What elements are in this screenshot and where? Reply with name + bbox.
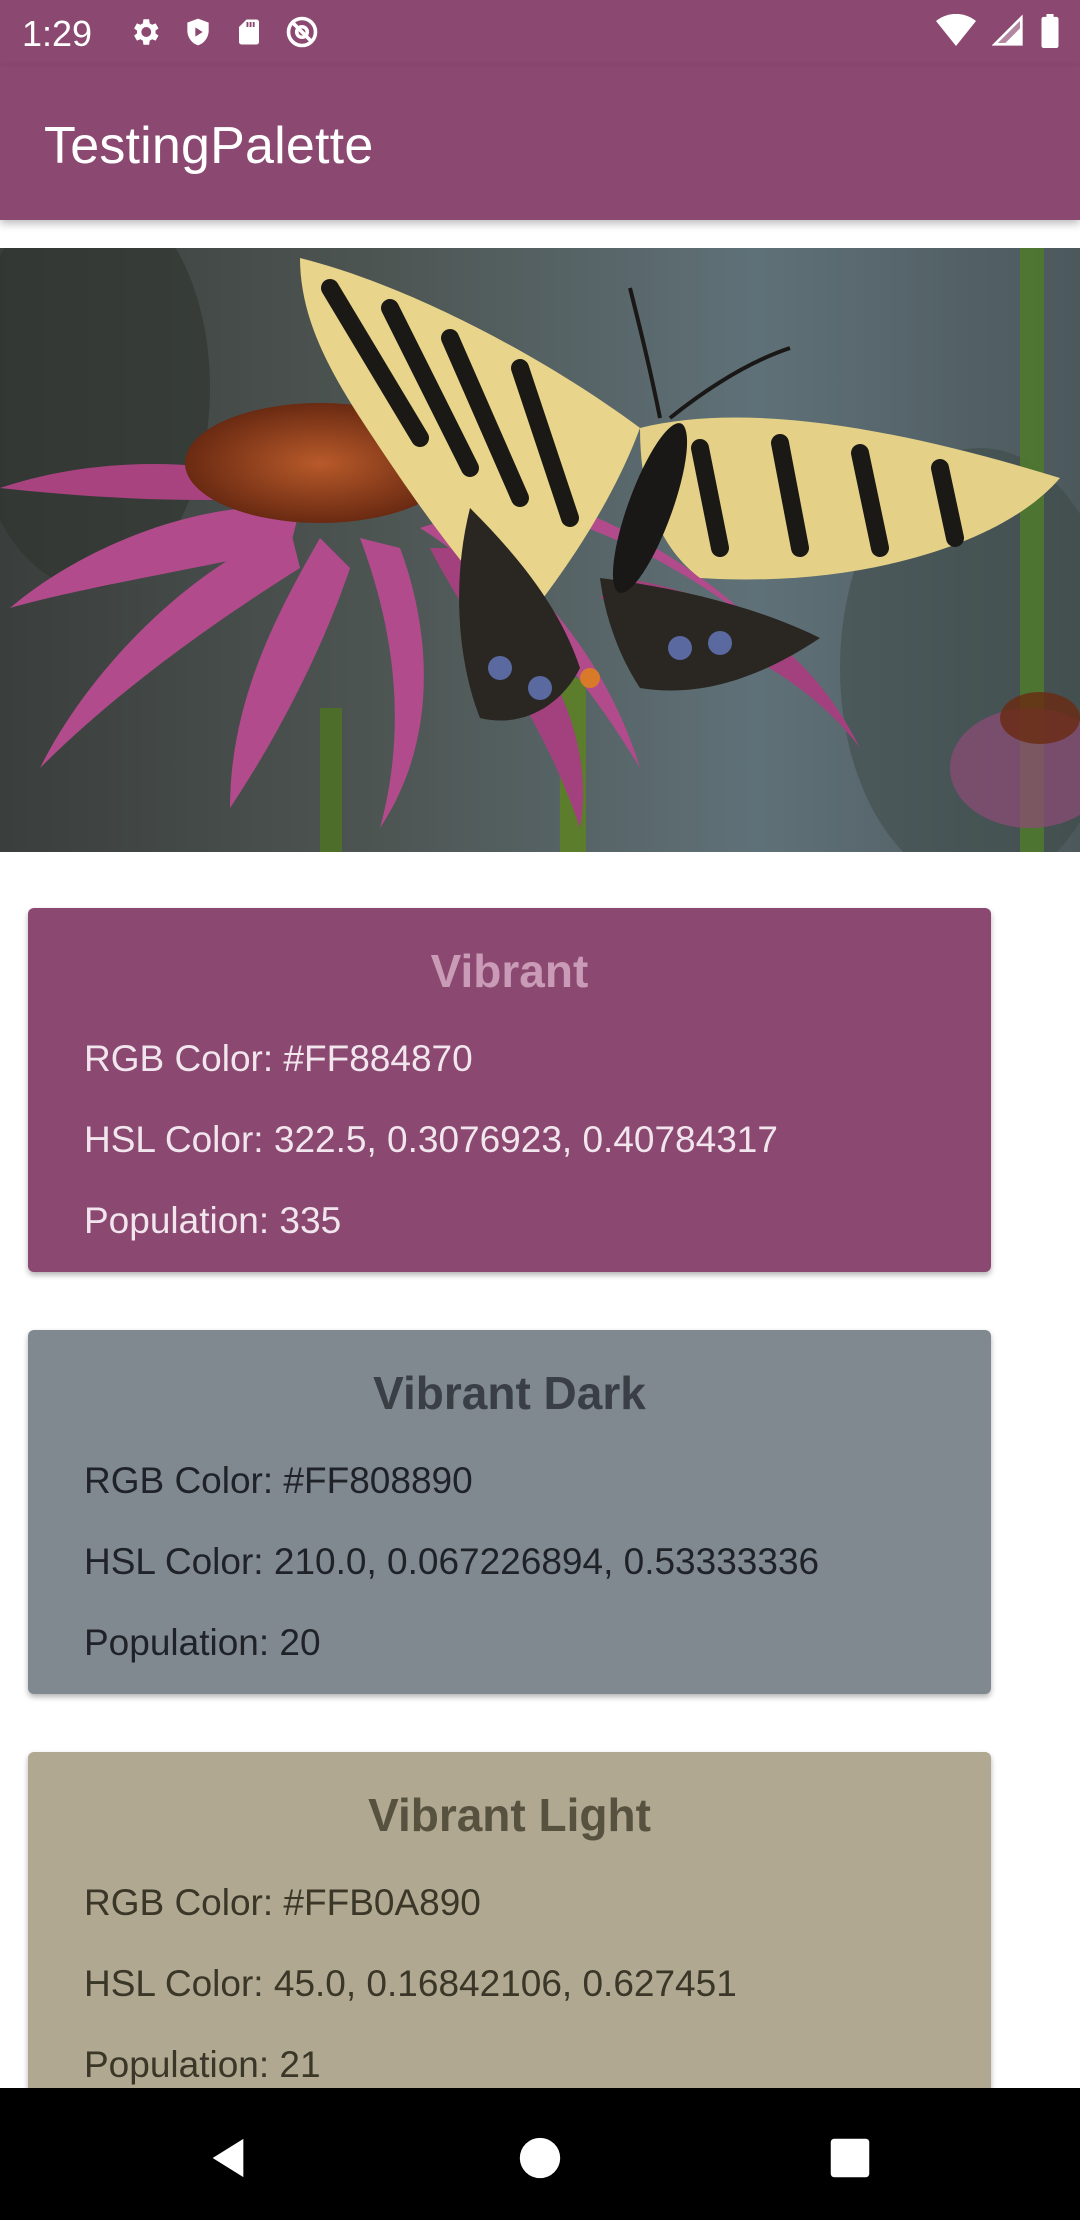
swatch-title: Vibrant xyxy=(430,945,589,997)
app-title: TestingPalette xyxy=(44,117,374,175)
swatch-card-vibrant-light: Vibrant Light RGB Color: #FFB0A890 HSL C… xyxy=(28,1752,991,2116)
gear-icon xyxy=(128,15,162,49)
cellular-signal-icon xyxy=(992,14,1024,48)
swatch-rgb: RGB Color: #FF808890 xyxy=(84,1460,473,1501)
swatch-title: Vibrant Dark xyxy=(373,1367,646,1419)
swatch-card-vibrant-dark: Vibrant Dark RGB Color: #FF808890 HSL Co… xyxy=(28,1330,991,1694)
system-icons xyxy=(936,14,1060,48)
swatch-population: Population: 335 xyxy=(84,1200,342,1241)
swatch-rgb: RGB Color: #FFB0A890 xyxy=(84,1882,481,1923)
swatch-population: Population: 20 xyxy=(84,1622,321,1663)
battery-icon xyxy=(1040,14,1060,48)
swatch-title: Vibrant Light xyxy=(368,1789,651,1841)
back-icon[interactable] xyxy=(198,2128,258,2188)
status-bar: 1:29 xyxy=(0,0,1080,66)
swatch-card-vibrant: Vibrant RGB Color: #FF884870 HSL Color: … xyxy=(28,908,991,1272)
home-icon[interactable] xyxy=(510,2128,570,2188)
swatch-hsl: HSL Color: 322.5, 0.3076923, 0.40784317 xyxy=(84,1119,778,1160)
swatch-hsl: HSL Color: 45.0, 0.16842106, 0.627451 xyxy=(84,1963,737,2004)
wifi-icon xyxy=(936,14,976,48)
shield-play-icon xyxy=(182,15,214,49)
notification-icons xyxy=(128,14,320,50)
sd-card-icon xyxy=(234,15,264,49)
butterfly-on-coneflower-image xyxy=(0,248,1080,852)
app-bar: TestingPalette xyxy=(0,66,1080,220)
status-time: 1:29 xyxy=(22,13,93,54)
recents-icon[interactable] xyxy=(820,2128,880,2188)
swatch-hsl: HSL Color: 210.0, 0.067226894, 0.5333333… xyxy=(84,1541,820,1582)
swatch-population: Population: 21 xyxy=(84,2044,321,2085)
at-sign-icon xyxy=(284,14,320,50)
swatch-rgb: RGB Color: #FF884870 xyxy=(84,1038,473,1079)
navigation-bar xyxy=(0,2088,1080,2220)
